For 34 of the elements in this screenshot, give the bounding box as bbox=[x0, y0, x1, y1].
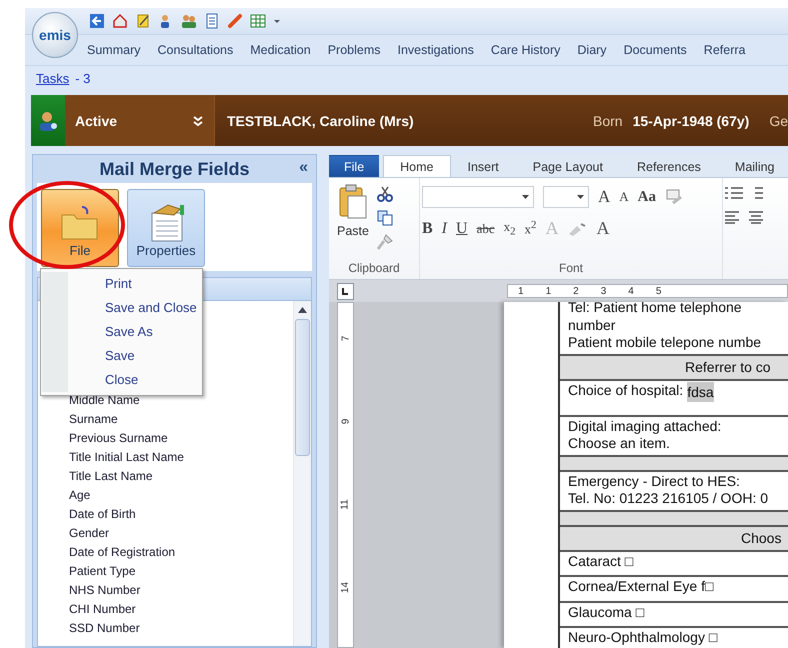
document-text: Tel: Patient home telephone bbox=[568, 302, 743, 316]
ruler-number: 5 bbox=[656, 286, 662, 296]
ruler-number: 7 bbox=[340, 336, 351, 342]
section-heading: Referrer to co bbox=[684, 358, 772, 376]
gender-label: Ge bbox=[769, 112, 788, 128]
ruler-number: 9 bbox=[340, 418, 351, 424]
ruler-number: 4 bbox=[628, 286, 634, 296]
document-text: Emergency - Direct to HES: bbox=[568, 472, 741, 490]
document-text: Cataract □ bbox=[568, 552, 634, 570]
panel-title: Mail Merge Fields bbox=[99, 158, 250, 180]
document-text: Neuro-Ophthalmology □ bbox=[568, 629, 718, 646]
ruler-number: 1 bbox=[546, 286, 552, 296]
document-text: Glaucoma □ bbox=[568, 604, 646, 621]
ruler-number: 3 bbox=[600, 286, 606, 296]
ruler-number: 1 bbox=[518, 286, 524, 296]
ruler-number: 2 bbox=[573, 286, 579, 296]
document-text: Cornea/External Eye f□ bbox=[568, 578, 714, 596]
ruler-number: 11 bbox=[340, 499, 351, 510]
document-text: Patient mobile telepone numbe bbox=[568, 334, 762, 352]
group-label: Font bbox=[558, 261, 584, 277]
logo-text: emis bbox=[39, 27, 71, 43]
born-label: Born bbox=[593, 112, 623, 128]
section-heading: Choos bbox=[740, 528, 782, 548]
patient-name: TESTBLACK, Caroline (Mrs) bbox=[226, 112, 415, 128]
document-text: Digital imaging attached: bbox=[568, 418, 722, 435]
group-label: Clipboard bbox=[347, 261, 401, 277]
ruler-number: 14 bbox=[340, 582, 351, 594]
field-label: Choice of hospital: bbox=[568, 382, 684, 400]
task-count: - 3 bbox=[75, 70, 90, 86]
document-text: number bbox=[568, 316, 616, 334]
document-text: Choose an item. bbox=[568, 435, 671, 452]
birth-date: 15-Apr-1948 (67y) bbox=[632, 112, 750, 128]
patient-status: Active bbox=[75, 112, 118, 128]
document-text: Tel. No: 01223 216105 / OOH: 0 bbox=[568, 490, 770, 508]
